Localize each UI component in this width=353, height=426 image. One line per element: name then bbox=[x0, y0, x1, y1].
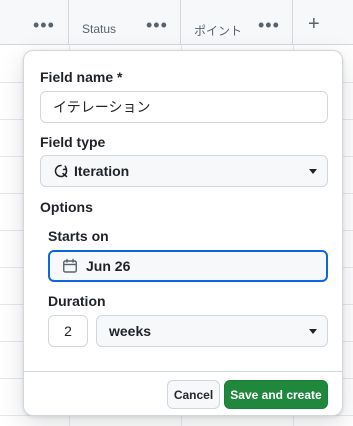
starts-on-value: Jun 26 bbox=[86, 258, 131, 274]
header-cell-status[interactable]: Status ••• bbox=[69, 0, 181, 45]
duration-label: Duration bbox=[48, 293, 106, 309]
column-menu-icon[interactable]: ••• bbox=[33, 16, 55, 34]
duration-value: 2 bbox=[64, 323, 72, 339]
field-type-select[interactable]: Iteration bbox=[40, 155, 328, 187]
iteration-icon bbox=[53, 163, 69, 179]
header-cell-previous: ••• bbox=[0, 0, 69, 45]
field-type-value: Iteration bbox=[74, 163, 130, 179]
field-name-input[interactable]: イテレーション bbox=[40, 91, 328, 123]
duration-unit-value: weeks bbox=[109, 323, 152, 339]
starts-on-label: Starts on bbox=[48, 228, 109, 244]
field-name-value: イテレーション bbox=[53, 99, 151, 115]
table-header-row: ••• Status ••• ポイント ••• + bbox=[0, 0, 353, 45]
duration-unit-select[interactable]: weeks bbox=[96, 315, 328, 347]
footer-divider bbox=[24, 371, 342, 372]
status-column-label: Status bbox=[82, 22, 117, 36]
add-field-button[interactable]: + bbox=[308, 14, 320, 34]
chevron-down-icon bbox=[309, 169, 317, 174]
options-label: Options bbox=[40, 199, 93, 215]
header-cell-points[interactable]: ポイント ••• bbox=[181, 0, 293, 45]
save-and-create-button[interactable]: Save and create bbox=[224, 380, 328, 409]
points-column-label: ポイント bbox=[194, 24, 243, 38]
starts-on-date-button[interactable]: Jun 26 bbox=[48, 250, 328, 282]
field-type-label: Field type bbox=[40, 134, 106, 150]
cancel-button[interactable]: Cancel bbox=[167, 380, 220, 409]
field-name-label: Field name * bbox=[40, 69, 123, 85]
points-column-menu-icon[interactable]: ••• bbox=[258, 16, 280, 34]
new-field-popover: Field name * イテレーション Field type Iteratio… bbox=[23, 50, 343, 416]
calendar-icon bbox=[62, 258, 78, 274]
duration-input[interactable]: 2 bbox=[48, 315, 88, 347]
chevron-down-icon bbox=[309, 329, 317, 334]
status-column-menu-icon[interactable]: ••• bbox=[146, 16, 168, 34]
